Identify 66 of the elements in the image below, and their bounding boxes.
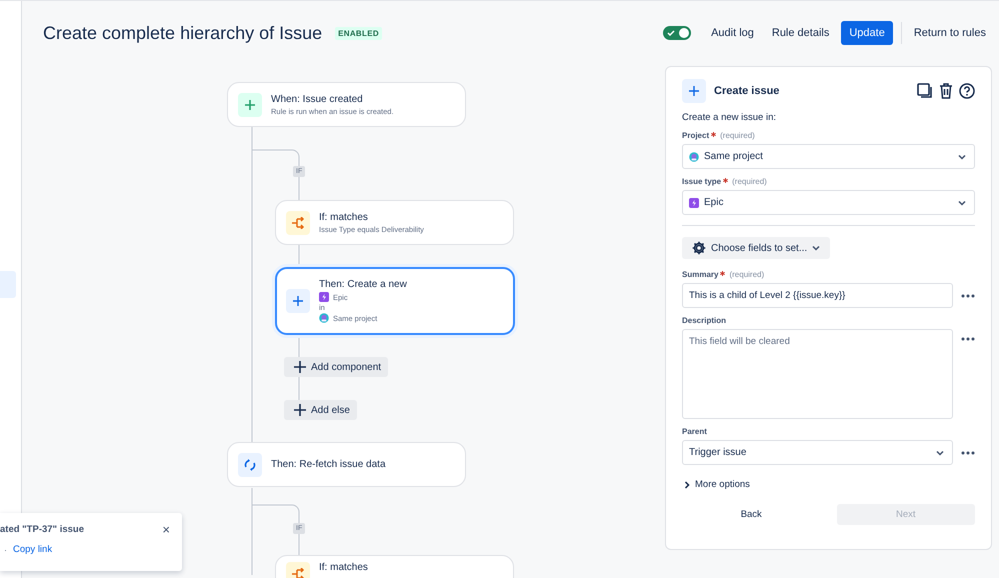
- trash-icon[interactable]: [939, 83, 953, 99]
- select-field[interactable]: Same project: [682, 144, 975, 169]
- branch-icon: [291, 568, 305, 578]
- lightning-icon: [689, 198, 699, 208]
- plus-icon: [294, 404, 306, 416]
- plus-icon: [688, 85, 700, 97]
- rule-component-card[interactable]: If: matches: [275, 555, 514, 578]
- gear-icon: [692, 241, 706, 255]
- more-icon[interactable]: [961, 337, 975, 341]
- required-hint: (required): [732, 177, 767, 186]
- header-link-button[interactable]: Return to rules: [900, 22, 992, 44]
- chevron-down-icon: [812, 245, 820, 251]
- chevron-down-icon: [958, 200, 966, 206]
- choose-fields-button[interactable]: Choose fields to set...: [682, 237, 830, 259]
- component-title: If: matches: [319, 562, 368, 573]
- required-hint: (required): [720, 131, 755, 140]
- update-button[interactable]: Update: [841, 21, 893, 45]
- more-options-toggle[interactable]: More options: [682, 479, 750, 490]
- check-icon: [667, 30, 676, 36]
- chevron-down-icon: [958, 154, 966, 160]
- text-area-field[interactable]: This field will be cleared: [682, 329, 953, 419]
- close-button[interactable]: ×: [162, 523, 170, 536]
- footer-button[interactable]: Back: [682, 504, 820, 525]
- toast-message: ated "TP-37" issue: [0, 524, 84, 535]
- asterisk-icon: [720, 271, 726, 276]
- component-title: Then: Re-fetch issue data: [271, 459, 386, 470]
- field-label: Description: [682, 316, 728, 325]
- component-title: When: Issue created: [271, 94, 364, 104]
- branch-icon: [291, 216, 305, 228]
- text-input-field[interactable]: This is a child of Level 2 {{issue.key}}: [682, 283, 953, 308]
- status-badge: ENABLED: [335, 26, 382, 40]
- plus-icon: [294, 361, 306, 373]
- component-title: Then: Create a new: [319, 279, 407, 290]
- component-title: If: matches: [319, 212, 369, 222]
- more-icon[interactable]: [961, 294, 975, 298]
- field-label: Summary: [682, 270, 718, 279]
- required-hint: (required): [729, 270, 764, 279]
- asterisk-icon: [711, 132, 716, 137]
- rule-toggle[interactable]: [663, 26, 692, 40]
- separator-dot: ·: [4, 544, 7, 554]
- project-avatar-icon: [319, 313, 329, 323]
- more-icon[interactable]: [961, 450, 975, 454]
- chevron-down-icon: [936, 450, 944, 456]
- plus-icon: [244, 98, 256, 110]
- help-icon[interactable]: [959, 83, 975, 99]
- add-button[interactable]: Add else: [284, 400, 357, 420]
- copy-link[interactable]: Copy link: [13, 544, 52, 555]
- field-label: Issue type: [682, 177, 722, 186]
- select-field[interactable]: Trigger issue: [682, 440, 953, 465]
- refresh-icon: [243, 458, 257, 472]
- plus-icon: [292, 295, 304, 307]
- field-label: Project: [682, 131, 710, 140]
- select-field[interactable]: Epic: [682, 190, 975, 215]
- panel-title: Create issue: [714, 85, 780, 97]
- chevron-right-icon: [684, 480, 690, 488]
- lightning-icon: [319, 292, 329, 302]
- rule-component-card[interactable]: Then: Re-fetch issue data: [227, 442, 466, 487]
- add-button[interactable]: Add component: [284, 357, 388, 377]
- header-link-button[interactable]: Rule details: [766, 22, 836, 44]
- field-label: Parent: [682, 427, 708, 436]
- duplicate-icon[interactable]: [917, 83, 933, 99]
- asterisk-icon: [723, 178, 728, 183]
- header-link-button[interactable]: Audit log: [705, 22, 760, 44]
- intro-text: Create a new issue in:: [682, 112, 777, 123]
- project-avatar-icon: [689, 152, 699, 162]
- page-title: Create complete hierarchy of Issue: [43, 22, 322, 44]
